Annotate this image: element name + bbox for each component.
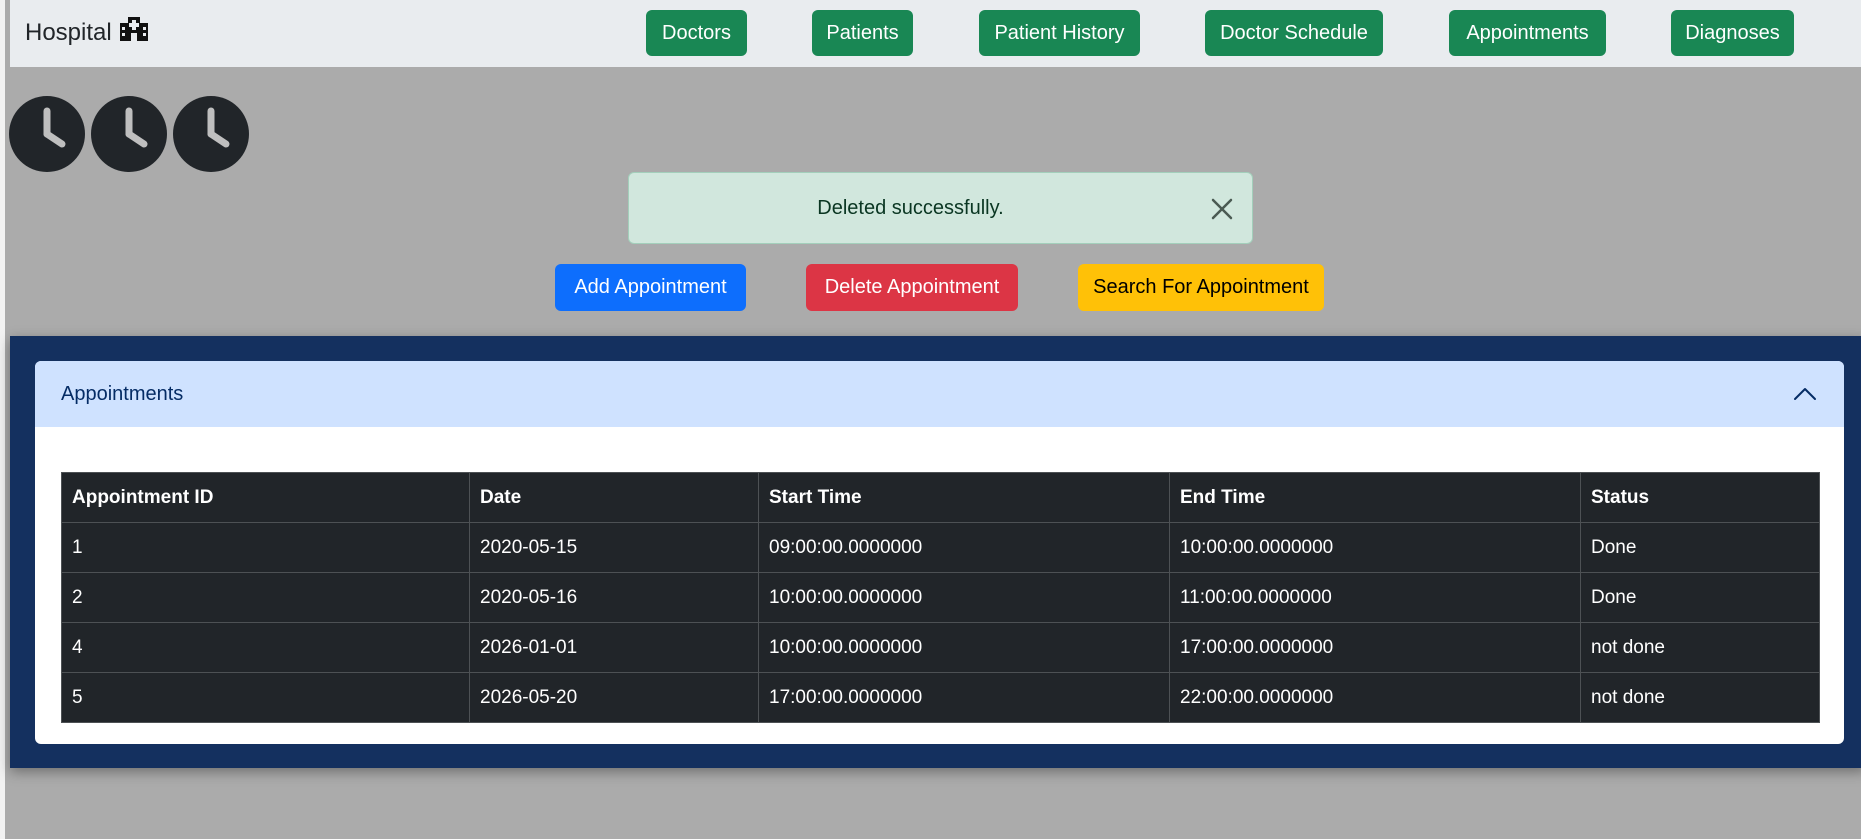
table-cell: 10:00:00.0000000 [758, 572, 1170, 623]
column-header: Start Time [758, 472, 1170, 523]
appointments-card-header[interactable]: Appointments [35, 361, 1844, 427]
column-header: Appointment ID [61, 472, 470, 523]
appointments-card: Appointments Appointment ID Date Start T… [35, 361, 1844, 744]
clock-icon [173, 96, 249, 172]
nav-appointments-button[interactable]: Appointments [1449, 10, 1606, 56]
table-cell: 10:00:00.0000000 [1169, 522, 1581, 573]
chevron-up-icon[interactable] [1792, 381, 1818, 407]
table-cell: 10:00:00.0000000 [758, 622, 1170, 673]
table-cell: 4 [61, 622, 470, 673]
table-cell: 5 [61, 672, 470, 723]
table-cell: not done [1580, 672, 1820, 723]
table-cell: Done [1580, 572, 1820, 623]
nav-patient-history-button[interactable]: Patient History [979, 10, 1140, 56]
table-row: 1 2020-05-15 09:00:00.0000000 10:00:00.0… [61, 522, 1820, 573]
table-row: 4 2026-01-01 10:00:00.0000000 17:00:00.0… [61, 622, 1820, 673]
appointments-panel: Appointments Appointment ID Date Start T… [10, 336, 1861, 768]
column-header: End Time [1169, 472, 1581, 523]
delete-appointment-button[interactable]: Delete Appointment [806, 264, 1018, 311]
table-cell: Done [1580, 522, 1820, 573]
table-cell: 22:00:00.0000000 [1169, 672, 1581, 723]
table-cell: 2020-05-15 [469, 522, 759, 573]
table-cell: 17:00:00.0000000 [758, 672, 1170, 723]
close-icon[interactable] [1210, 197, 1234, 221]
column-header: Status [1580, 472, 1820, 523]
appointments-table: Appointment ID Date Start Time End Time … [61, 472, 1820, 723]
search-appointment-button[interactable]: Search For Appointment [1078, 264, 1324, 311]
add-appointment-button[interactable]: Add Appointment [555, 264, 746, 311]
top-navbar: Hospital Doctors Patients Patient Histor… [10, 0, 1861, 67]
column-header: Date [469, 472, 759, 523]
nav-doctor-schedule-button[interactable]: Doctor Schedule [1205, 10, 1383, 56]
success-alert: Deleted successfully. [628, 172, 1253, 244]
table-header-row: Appointment ID Date Start Time End Time … [61, 472, 1820, 523]
nav-diagnoses-button[interactable]: Diagnoses [1671, 10, 1794, 56]
table-cell: 1 [61, 522, 470, 573]
table-cell: 2 [61, 572, 470, 623]
card-title: Appointments [61, 383, 184, 405]
clock-icon [9, 96, 85, 172]
table-cell: 2020-05-16 [469, 572, 759, 623]
table-cell: 2026-05-20 [469, 672, 759, 723]
brand[interactable]: Hospital [25, 17, 148, 48]
clock-icon [91, 96, 167, 172]
nav-doctors-button[interactable]: Doctors [646, 10, 747, 56]
alert-message: Deleted successfully. [817, 197, 1004, 219]
table-row: 2 2020-05-16 10:00:00.0000000 11:00:00.0… [61, 572, 1820, 623]
table-cell: 2026-01-01 [469, 622, 759, 673]
table-cell: 17:00:00.0000000 [1169, 622, 1581, 673]
table-cell: 09:00:00.0000000 [758, 522, 1170, 573]
nav-patients-button[interactable]: Patients [812, 10, 913, 56]
hospital-icon [119, 17, 148, 48]
table-cell: not done [1580, 622, 1820, 673]
table-row: 5 2026-05-20 17:00:00.0000000 22:00:00.0… [61, 672, 1820, 723]
table-cell: 11:00:00.0000000 [1169, 572, 1581, 623]
brand-label: Hospital [25, 18, 112, 46]
